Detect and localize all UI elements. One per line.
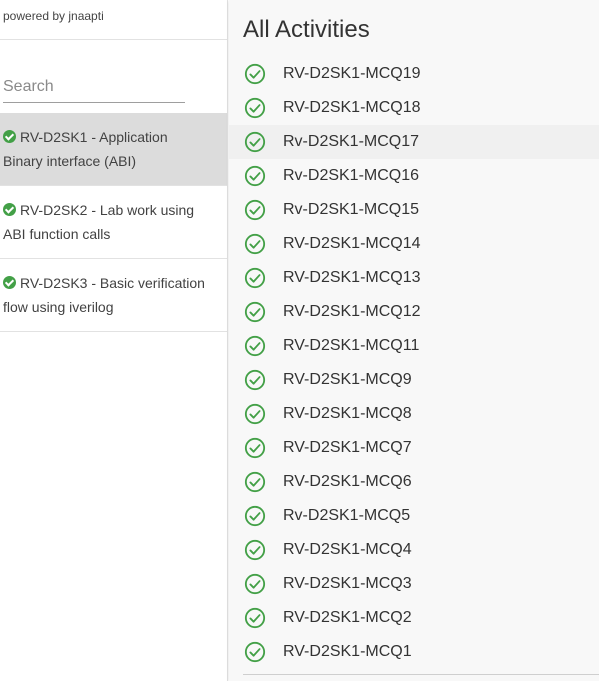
activities-panel: All Activities RV-D2SK1-MCQ19 RV-D2SK1-MC… bbox=[229, 0, 599, 681]
check-circle-icon bbox=[244, 369, 266, 391]
check-circle-icon bbox=[244, 199, 266, 221]
activity-label: RV-D2SK1-MCQ11 bbox=[283, 337, 420, 354]
activity-label: RV-D2SK1-MCQ2 bbox=[283, 609, 412, 626]
search-container bbox=[0, 40, 227, 113]
activity-label: RV-D2SK1-MCQ14 bbox=[283, 235, 421, 252]
activity-label: RV-D2SK1-MCQ13 bbox=[283, 269, 421, 286]
divider bbox=[243, 674, 599, 675]
check-circle-icon bbox=[244, 471, 266, 493]
activity-label: RV-D2SK1-MCQ19 bbox=[283, 65, 421, 82]
skill-item-rv-d2sk2[interactable]: RV-D2SK2 - Lab work using ABI function c… bbox=[0, 186, 227, 259]
check-circle-icon bbox=[244, 641, 266, 663]
activity-item[interactable]: RV-D2SK1-MCQ6 bbox=[229, 465, 599, 499]
activity-item[interactable]: RV-D2SK1-MCQ7 bbox=[229, 431, 599, 465]
check-circle-icon bbox=[244, 539, 266, 561]
check-circle-icon bbox=[244, 267, 266, 289]
activity-label: RV-D2SK1-MCQ6 bbox=[283, 473, 412, 490]
activity-item[interactable]: RV-D2SK1-MCQ4 bbox=[229, 533, 599, 567]
activity-item[interactable]: Rv-D2SK1-MCQ5 bbox=[229, 499, 599, 533]
check-circle-icon bbox=[3, 130, 16, 143]
activity-item[interactable]: RV-D2SK1-MCQ18 bbox=[229, 91, 599, 125]
activity-label: Rv-D2SK1-MCQ5 bbox=[283, 507, 411, 524]
activity-label: RV-D2SK1-MCQ8 bbox=[283, 405, 412, 422]
activity-label: RV-D2SK1-MCQ4 bbox=[283, 541, 412, 558]
check-circle-icon bbox=[3, 276, 16, 289]
activity-item[interactable]: Rv-D2SK1-MCQ15 bbox=[229, 193, 599, 227]
check-circle-icon bbox=[244, 233, 266, 255]
activity-item[interactable]: Rv-D2SK1-MCQ16 bbox=[229, 159, 599, 193]
activity-label: RV-D2SK1-MCQ7 bbox=[283, 439, 412, 456]
check-circle-icon bbox=[244, 573, 266, 595]
activity-item[interactable]: RV-D2SK1-MCQ3 bbox=[229, 567, 599, 601]
check-circle-icon bbox=[244, 437, 266, 459]
search-input[interactable] bbox=[3, 78, 185, 103]
sidebar: powered by jnaapti RV-D2SK1 - Applicatio… bbox=[0, 0, 228, 681]
check-circle-icon bbox=[244, 301, 266, 323]
activity-item[interactable]: RV-D2SK1-MCQ11 bbox=[229, 329, 599, 363]
check-circle-icon bbox=[244, 335, 266, 357]
activity-label: RV-D2SK1-MCQ1 bbox=[283, 643, 412, 660]
activity-item[interactable]: Rv-D2SK1-MCQ17 bbox=[229, 125, 599, 159]
activity-item[interactable]: RV-D2SK1-MCQ14 bbox=[229, 227, 599, 261]
check-circle-icon bbox=[244, 97, 266, 119]
check-circle-icon bbox=[244, 607, 266, 629]
activity-list: RV-D2SK1-MCQ19 RV-D2SK1-MCQ18 Rv-D2SK1-MCQ… bbox=[229, 57, 599, 669]
activity-item[interactable]: RV-D2SK1-MCQ12 bbox=[229, 295, 599, 329]
powered-by-text: powered by jnaapti bbox=[0, 0, 227, 40]
skill-item-label: RV-D2SK3 - Basic verification flow using… bbox=[3, 275, 205, 315]
check-circle-icon bbox=[244, 63, 266, 85]
activity-label: Rv-D2SK1-MCQ16 bbox=[283, 167, 420, 184]
skill-item-rv-d2sk1[interactable]: RV-D2SK1 - Application Binary interface … bbox=[0, 113, 227, 186]
activity-item[interactable]: RV-D2SK1-MCQ9 bbox=[229, 363, 599, 397]
activity-item[interactable]: RV-D2SK1-MCQ1 bbox=[229, 635, 599, 669]
skill-item-label: RV-D2SK2 - Lab work using ABI function c… bbox=[3, 202, 195, 242]
check-circle-icon bbox=[244, 165, 266, 187]
activity-label: Rv-D2SK1-MCQ17 bbox=[283, 133, 420, 150]
activity-label: RV-D2SK1-MCQ3 bbox=[283, 575, 412, 592]
activity-label: RV-D2SK1-MCQ12 bbox=[283, 303, 421, 320]
activity-label: RV-D2SK1-MCQ9 bbox=[283, 371, 412, 388]
activity-item[interactable]: RV-D2SK1-MCQ19 bbox=[229, 57, 599, 91]
activity-item[interactable]: RV-D2SK1-MCQ2 bbox=[229, 601, 599, 635]
page-title: All Activities bbox=[243, 16, 370, 43]
check-circle-icon bbox=[244, 505, 266, 527]
activity-label: RV-D2SK1-MCQ18 bbox=[283, 99, 421, 116]
activity-item[interactable]: RV-D2SK1-MCQ13 bbox=[229, 261, 599, 295]
activity-item[interactable]: RV-D2SK1-MCQ8 bbox=[229, 397, 599, 431]
skill-item-label: RV-D2SK1 - Application Binary interface … bbox=[3, 129, 168, 169]
check-circle-icon bbox=[3, 203, 16, 216]
skill-item-rv-d2sk3[interactable]: RV-D2SK3 - Basic verification flow using… bbox=[0, 259, 227, 331]
check-circle-icon bbox=[244, 403, 266, 425]
check-circle-icon bbox=[244, 131, 266, 153]
activity-label: Rv-D2SK1-MCQ15 bbox=[283, 201, 420, 218]
skill-list: RV-D2SK1 - Application Binary interface … bbox=[0, 113, 227, 332]
